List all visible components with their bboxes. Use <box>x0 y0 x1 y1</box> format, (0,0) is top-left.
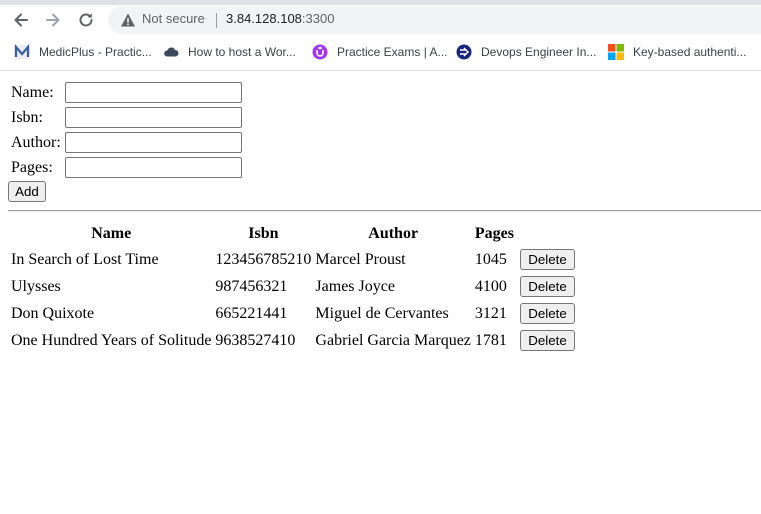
bookmark-practice-exams[interactable]: Practice Exams | A... <box>312 42 447 62</box>
cell-actions: Delete <box>517 328 576 353</box>
bookmark-medicplus[interactable]: MedicPlus - Practic... <box>14 42 152 62</box>
tab-strip-edge <box>0 0 761 5</box>
cell-actions: Delete <box>517 247 576 272</box>
url-text[interactable]: 3.84.128.108:3300 <box>226 11 334 26</box>
reload-icon <box>79 13 93 27</box>
delete-button[interactable]: Delete <box>520 330 575 351</box>
name-label: Name: <box>11 84 54 101</box>
books-table: Name Isbn Author Pages In Search of Lost… <box>8 221 578 355</box>
security-label[interactable]: Not secure <box>142 11 205 26</box>
omnibox-divider <box>216 13 217 28</box>
name-input[interactable] <box>65 82 242 103</box>
bookmark-label: How to host a Wor... <box>188 45 296 59</box>
medicplus-m-icon <box>14 44 30 60</box>
author-label: Author: <box>11 134 61 151</box>
bookmark-devops-engineer[interactable]: Devops Engineer In... <box>456 42 596 62</box>
table-row: In Search of Lost Time 123456785210 Marc… <box>10 247 576 272</box>
delete-button[interactable]: Delete <box>520 303 575 324</box>
header-name: Name <box>91 225 132 242</box>
bookmark-key-based-auth[interactable]: Key-based authenti... <box>608 42 746 62</box>
bookmark-label: Practice Exams | A... <box>337 45 448 59</box>
cell-name: One Hundred Years of Solitude <box>11 331 212 349</box>
bookmark-label: Devops Engineer In... <box>481 45 597 59</box>
cell-name: Ulysses <box>11 277 61 295</box>
delete-button[interactable]: Delete <box>520 249 575 270</box>
isbn-label: Isbn: <box>11 109 43 126</box>
warning-triangle-icon[interactable] <box>120 12 136 28</box>
url-host: 3.84.128.108 <box>226 11 302 26</box>
cell-author: Marcel Proust <box>315 250 406 268</box>
cell-author: James Joyce <box>315 277 395 295</box>
microsoft-logo-icon <box>608 44 624 60</box>
browser-chrome: Not secure 3.84.128.108:3300 MedicPlus -… <box>0 0 761 71</box>
table-row: Ulysses 987456321 James Joyce 4100 Delet… <box>10 274 576 299</box>
bookmark-host-wordpress[interactable]: How to host a Wor... <box>163 42 296 62</box>
cell-author: Gabriel Garcia Marquez <box>315 331 471 349</box>
cell-isbn: 123456785210 <box>215 250 312 268</box>
udemy-icon <box>312 44 328 60</box>
back-button[interactable] <box>10 9 32 31</box>
pages-label: Pages: <box>11 159 53 176</box>
bookmark-label: Key-based authenti... <box>633 45 747 59</box>
address-bar[interactable]: Not secure 3.84.128.108:3300 <box>108 6 761 34</box>
cell-actions: Delete <box>517 301 576 326</box>
forward-button[interactable] <box>42 9 64 31</box>
back-arrow-icon <box>14 13 28 27</box>
cell-pages: 4100 <box>474 277 507 295</box>
pages-input[interactable] <box>65 157 242 178</box>
cell-author: Miguel de Cervantes <box>315 304 449 322</box>
arrow-circle-icon <box>456 44 472 60</box>
cell-pages: 1781 <box>474 331 507 349</box>
author-input[interactable] <box>65 132 242 153</box>
cloud-icon <box>163 44 179 60</box>
table-header-row: Name Isbn Author Pages <box>10 223 576 245</box>
cell-isbn: 9638527410 <box>215 331 296 349</box>
isbn-input[interactable] <box>65 107 242 128</box>
cell-pages: 1045 <box>474 250 507 268</box>
cell-pages: 3121 <box>474 304 507 322</box>
bookmarks-bar: MedicPlus - Practic... How to host a Wor… <box>0 40 761 64</box>
cell-isbn: 665221441 <box>215 304 288 322</box>
add-button[interactable]: Add <box>8 181 46 202</box>
cell-isbn: 987456321 <box>215 277 288 295</box>
table-row: Don Quixote 665221441 Miguel de Cervante… <box>10 301 576 326</box>
cell-actions: Delete <box>517 274 576 299</box>
cell-name: Don Quixote <box>11 304 95 322</box>
url-port: :3300 <box>301 11 335 26</box>
forward-arrow-icon <box>46 13 60 27</box>
reload-button[interactable] <box>75 9 97 31</box>
table-row: One Hundred Years of Solitude 9638527410… <box>10 328 576 353</box>
cell-name: In Search of Lost Time <box>11 250 159 268</box>
bookmark-label: MedicPlus - Practic... <box>39 45 152 59</box>
divider <box>8 210 761 212</box>
delete-button[interactable]: Delete <box>520 276 575 297</box>
header-actions <box>517 223 576 245</box>
header-pages: Pages <box>474 225 514 242</box>
header-isbn: Isbn <box>248 225 279 242</box>
header-author: Author <box>368 225 419 242</box>
